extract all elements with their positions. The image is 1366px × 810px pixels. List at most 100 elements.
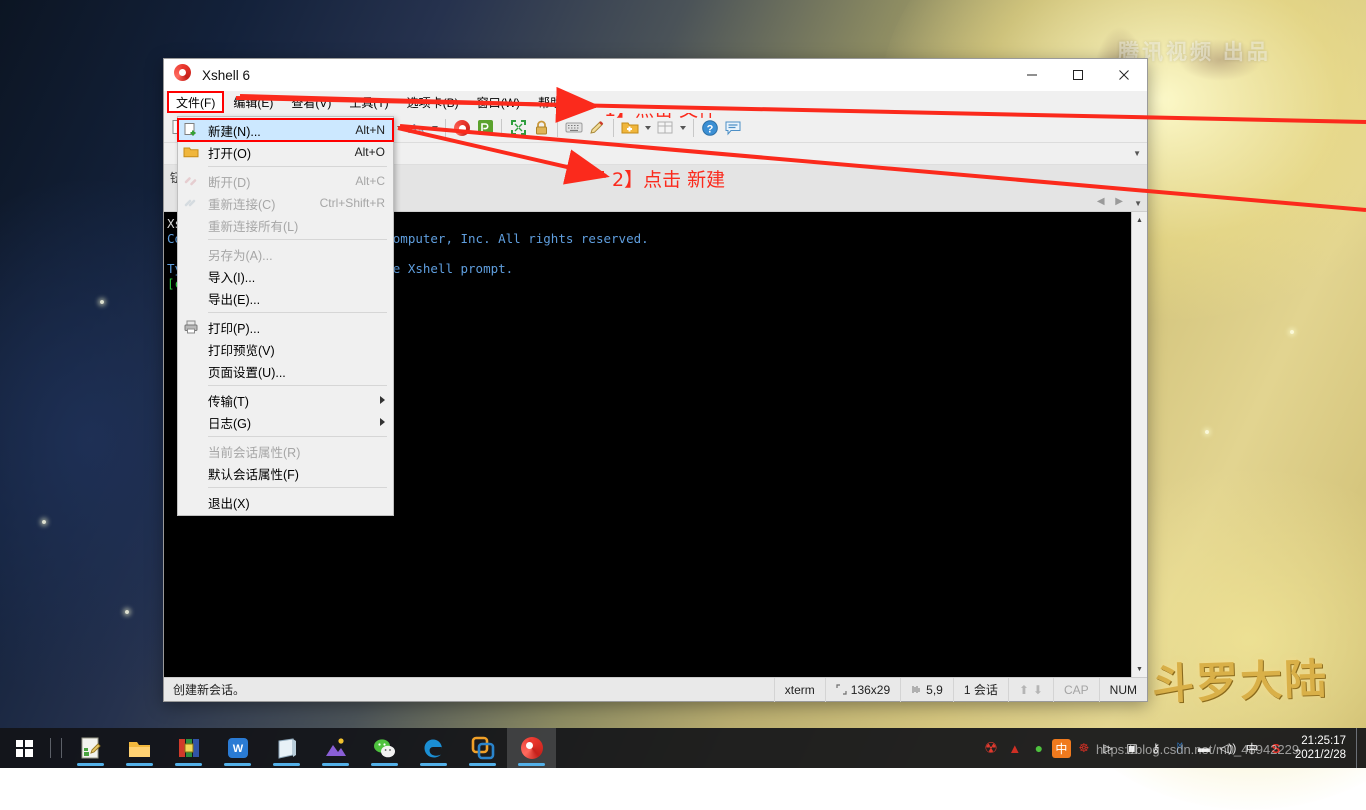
keyboard-icon[interactable] bbox=[563, 117, 585, 139]
taskbar-clock[interactable]: 21:25:17 2021/2/28 bbox=[1289, 734, 1354, 762]
chevron-down-icon[interactable]: ▼ bbox=[1134, 199, 1142, 208]
taskbar-running-underline bbox=[420, 763, 447, 766]
menu-file[interactable]: 文件(F) bbox=[167, 91, 224, 113]
chevron-down-icon[interactable] bbox=[429, 117, 440, 139]
menubar: 文件(F) 编辑(E) 查看(V) 工具(T) 选项卡(B) 窗口(W) 帮助(… bbox=[164, 91, 1147, 113]
menu-item-print[interactable]: 打印(P)... bbox=[178, 316, 393, 338]
menu-item-print-preview[interactable]: 打印预览(V) bbox=[178, 338, 393, 360]
taskbar-running-underline bbox=[371, 763, 398, 766]
menu-tabs[interactable]: 选项卡(B) bbox=[398, 91, 468, 113]
chevron-down-icon[interactable]: ▼ bbox=[1133, 149, 1141, 158]
taskbar-running-underline bbox=[518, 763, 545, 766]
menu-tools[interactable]: 工具(T) bbox=[340, 91, 397, 113]
status-cursor: 5,9 bbox=[900, 678, 953, 702]
tray-screen-record-icon[interactable]: ▷ bbox=[1097, 735, 1119, 761]
menu-item-open[interactable]: 打开(O) Alt+O bbox=[178, 141, 393, 163]
menu-item-current-session-properties[interactable]: 当前会话属性(R) bbox=[178, 440, 393, 462]
menu-item-exit[interactable]: 退出(X) bbox=[178, 491, 393, 513]
taskbar-notepad-plus[interactable] bbox=[66, 728, 115, 768]
menu-item-import[interactable]: 导入(I)... bbox=[178, 265, 393, 287]
window-title: Xshell 6 bbox=[202, 68, 250, 83]
tray-ime-icon[interactable]: 中 bbox=[1052, 739, 1071, 758]
maximize-button[interactable] bbox=[1055, 59, 1101, 91]
windows-start-icon[interactable] bbox=[0, 728, 48, 768]
tray-bluetooth-icon[interactable]: ᛗ bbox=[1169, 735, 1191, 761]
terminal-scrollbar[interactable]: ▲ ▼ bbox=[1131, 212, 1147, 677]
tray-usb-icon[interactable]: ⚷ bbox=[1145, 735, 1167, 761]
menu-window[interactable]: 窗口(W) bbox=[468, 91, 529, 113]
taskbar-file-explorer[interactable] bbox=[115, 728, 164, 768]
disconnect-icon bbox=[183, 173, 199, 189]
show-desktop-button[interactable] bbox=[1356, 728, 1362, 768]
menu-item-save-as[interactable]: 另存为(A)... bbox=[178, 243, 393, 265]
menu-item-log[interactable]: 日志(G) bbox=[178, 411, 393, 433]
font-icon[interactable]: AA bbox=[406, 117, 428, 139]
tray-camera-icon[interactable]: ▣ bbox=[1121, 735, 1143, 761]
menu-separator bbox=[208, 385, 387, 386]
taskbar-notes[interactable] bbox=[262, 728, 311, 768]
menu-item-new[interactable]: 新建(N)... Alt+N bbox=[178, 119, 393, 141]
status-size: 136x29 bbox=[825, 678, 900, 702]
taskbar-wps[interactable]: W bbox=[213, 728, 262, 768]
window-titlebar[interactable]: Xshell 6 bbox=[164, 59, 1147, 91]
file-menu-popup: 新建(N)... Alt+N 打开(O) Alt+O 断开(D) Alt+C 重… bbox=[177, 116, 394, 516]
system-tray: ☢ ▲ ● 中 ☸ ▷ ▣ ⚷ ᛗ ▬ ◁)) 中 S 21:25:17 202… bbox=[980, 728, 1366, 768]
scroll-down-icon[interactable]: ▼ bbox=[1132, 661, 1147, 677]
menu-view[interactable]: 查看(V) bbox=[282, 91, 340, 113]
menu-item-reconnect[interactable]: 重新连接(C) Ctrl+Shift+R bbox=[178, 192, 393, 214]
taskbar-running-underline bbox=[224, 763, 251, 766]
menu-item-disconnect[interactable]: 断开(D) Alt+C bbox=[178, 170, 393, 192]
status-size-value: 136x29 bbox=[851, 683, 890, 697]
tray-wechat-icon[interactable]: ● bbox=[1028, 735, 1050, 761]
menu-edit[interactable]: 编辑(E) bbox=[224, 91, 282, 113]
menu-item-accel: Alt+O bbox=[355, 145, 385, 159]
tray-ime-mode-icon[interactable]: 中 bbox=[1241, 735, 1263, 761]
menu-separator bbox=[208, 166, 387, 167]
photos-icon bbox=[323, 735, 349, 761]
menu-separator bbox=[208, 487, 387, 488]
fullscreen-icon[interactable] bbox=[507, 117, 529, 139]
menu-item-default-session-properties[interactable]: 默认会话属性(F) bbox=[178, 462, 393, 484]
taskbar: W ☢ bbox=[0, 728, 1366, 768]
taskbar-vmware[interactable] bbox=[458, 728, 507, 768]
menu-item-export[interactable]: 导出(E)... bbox=[178, 287, 393, 309]
menu-separator bbox=[208, 239, 387, 240]
menu-item-label: 另存为(A)... bbox=[208, 245, 385, 264]
scroll-up-icon[interactable]: ▲ bbox=[1132, 212, 1147, 228]
menu-item-page-setup[interactable]: 页面设置(U)... bbox=[178, 360, 393, 382]
svg-text:A: A bbox=[417, 124, 425, 136]
lock-icon[interactable] bbox=[530, 117, 552, 139]
menu-item-label: 重新连接所有(L) bbox=[208, 216, 385, 235]
chevron-down-icon[interactable] bbox=[394, 117, 405, 139]
tip-nav-arrows[interactable]: ◀ ▶ bbox=[1097, 196, 1127, 207]
tray-nvidia-icon[interactable]: ☸ bbox=[1073, 735, 1095, 761]
scroll-track[interactable] bbox=[1132, 228, 1147, 661]
taskbar-edge[interactable] bbox=[409, 728, 458, 768]
tray-battery-icon[interactable]: ▬ bbox=[1193, 735, 1215, 761]
xftp-icon[interactable] bbox=[474, 117, 496, 139]
taskbar-divider bbox=[50, 738, 51, 758]
minimize-button[interactable] bbox=[1009, 59, 1055, 91]
notes-icon bbox=[274, 735, 300, 761]
menu-help[interactable]: 帮助(H) bbox=[529, 91, 588, 113]
printer-icon bbox=[183, 319, 199, 335]
menu-item-transfer[interactable]: 传输(T) bbox=[178, 389, 393, 411]
taskbar-xshell[interactable] bbox=[507, 728, 556, 768]
clock-time: 21:25:17 bbox=[1295, 734, 1346, 748]
speech-bubble-icon[interactable] bbox=[722, 117, 744, 139]
folder-open-icon bbox=[183, 144, 199, 160]
taskbar-wechat[interactable] bbox=[360, 728, 409, 768]
tray-lenovo-icon[interactable]: ▲ bbox=[1004, 735, 1026, 761]
tray-360-icon[interactable]: ☢ bbox=[980, 735, 1002, 761]
taskbar-winrar[interactable] bbox=[164, 728, 213, 768]
tray-volume-icon[interactable]: ◁)) bbox=[1217, 735, 1239, 761]
close-button[interactable] bbox=[1101, 59, 1147, 91]
tray-xshell-icon[interactable]: S bbox=[1265, 735, 1287, 761]
menu-separator bbox=[208, 436, 387, 437]
xshell-spiral-icon[interactable] bbox=[451, 117, 473, 139]
toolbar-separator bbox=[445, 119, 446, 137]
menu-item-reconnect-all[interactable]: 重新连接所有(L) bbox=[178, 214, 393, 236]
taskbar-photos[interactable] bbox=[311, 728, 360, 768]
menu-item-accel: Ctrl+Shift+R bbox=[320, 196, 385, 210]
cursor-icon bbox=[911, 684, 922, 695]
